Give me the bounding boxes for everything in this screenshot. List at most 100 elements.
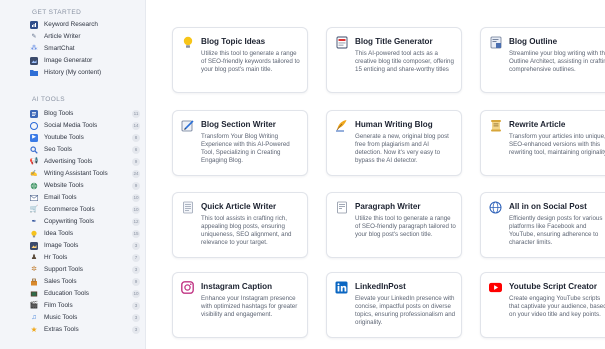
card-blog-section-writer[interactable]: Blog Section Writer Transform Your Blog … xyxy=(172,110,308,176)
email-tools-icon xyxy=(30,194,38,202)
count-badge: 3 xyxy=(132,265,140,274)
card-rewrite-article[interactable]: Rewrite Article Transform your articles … xyxy=(480,110,605,176)
nav-sales-tools[interactable]: Sales Tools 9 xyxy=(30,276,140,287)
card-description: Transform Your Blog Writing Experience w… xyxy=(201,133,290,164)
card-all-in-on-social-post[interactable]: All in on Social Post Efficiently design… xyxy=(480,192,605,258)
count-badge: 3 xyxy=(132,241,140,250)
nav-smartchat[interactable]: ⁂ SmartChat xyxy=(30,43,140,54)
paragraph-icon xyxy=(335,201,348,214)
nav-label: Email Tools xyxy=(44,194,77,201)
blog-title-icon xyxy=(335,36,348,49)
nav-extras-tools[interactable]: ★ Extras Tools 3 xyxy=(30,324,140,335)
card-description: Utilize this tool to generate a range of… xyxy=(355,215,456,238)
nav-label: Image Tools xyxy=(44,242,79,249)
card-title: Blog Title Generator xyxy=(355,37,433,46)
history-folder-icon xyxy=(30,69,38,77)
nav-label: Hr Tools xyxy=(44,254,68,261)
nav-hr-tools[interactable]: ♟ Hr Tools 7 xyxy=(30,252,140,263)
nav-label: SmartChat xyxy=(44,45,75,52)
nav-support-tools[interactable]: ✲ Support Tools 3 xyxy=(30,264,140,275)
nav-label: Image Generator xyxy=(44,57,93,64)
nav-label: Youtube Tools xyxy=(44,134,84,141)
card-title: Blog Section Writer xyxy=(201,120,276,129)
card-description: Elevate your LinkedIn presence with conc… xyxy=(355,295,456,326)
section-writer-icon xyxy=(181,119,194,132)
nav-youtube-tools[interactable]: ▶ Youtube Tools 8 xyxy=(30,132,140,143)
nav-music-tools[interactable]: ♫ Music Tools 3 xyxy=(30,312,140,323)
count-badge: 7 xyxy=(132,253,140,262)
nav-article-writer[interactable]: ✎ Article Writer xyxy=(30,31,140,42)
card-blog-outline[interactable]: Blog Outline Streamline your blog writin… xyxy=(480,27,605,93)
card-youtube-script-creator[interactable]: Youtube Script Creator Create engaging Y… xyxy=(480,272,605,338)
music-tools-icon: ♫ xyxy=(31,314,37,321)
nav-image-tools[interactable]: Image Tools 3 xyxy=(30,240,140,251)
card-instagram-caption[interactable]: Instagram Caption Enhance your Instagram… xyxy=(172,272,308,338)
instagram-icon xyxy=(181,281,194,294)
outline-document-icon xyxy=(489,36,502,49)
keyword-research-icon xyxy=(30,20,38,29)
card-linkedinpost[interactable]: LinkedInPost Elevate your LinkedIn prese… xyxy=(326,272,462,338)
nav-blog-tools[interactable]: Blog Tools 11 xyxy=(30,108,140,119)
image-generator-icon xyxy=(30,56,38,65)
nav-history[interactable]: History (My content) xyxy=(30,67,140,78)
count-badge: 3 xyxy=(132,325,140,334)
nav-film-tools[interactable]: 🎬 Film Tools 3 xyxy=(30,300,140,311)
nav-label: Article Writer xyxy=(44,33,81,40)
nav-social-media-tools[interactable]: Social Media Tools 14 xyxy=(30,120,140,131)
image-tools-icon xyxy=(30,241,38,250)
count-badge: 6 xyxy=(132,145,140,154)
count-badge: 8 xyxy=(132,133,140,142)
count-badge: 10 xyxy=(132,289,140,298)
card-description: Enhance your Instagram presence with opt… xyxy=(201,295,298,318)
ecommerce-tools-icon: 🛒 xyxy=(29,206,39,213)
nav-image-generator[interactable]: Image Generator xyxy=(30,55,140,66)
card-title: LinkedInPost xyxy=(355,282,406,291)
count-badge: 24 xyxy=(132,169,140,178)
card-description: This tool assists in crafting rich, appe… xyxy=(201,215,292,246)
support-tools-icon: ✲ xyxy=(31,266,37,273)
nav-label: Film Tools xyxy=(44,302,73,309)
nav-label: Social Media Tools xyxy=(44,122,98,129)
card-blog-topic-ideas[interactable]: Blog Topic Ideas Utilize this tool to ge… xyxy=(172,27,308,93)
count-badge: 14 xyxy=(132,121,140,130)
card-title: Youtube Script Creator xyxy=(509,282,597,291)
nav-label: Ecommerce Tools xyxy=(44,206,95,213)
count-badge: 10 xyxy=(132,193,140,202)
nav-label: Website Tools xyxy=(44,182,84,189)
lightbulb-icon xyxy=(181,36,194,49)
card-description: Create engaging YouTube scripts that cap… xyxy=(509,295,605,318)
card-description: Utilize this tool to generate a range of… xyxy=(201,50,300,73)
nav-education-tools[interactable]: Education Tools 10 xyxy=(30,288,140,299)
card-paragraph-writer[interactable]: Paragraph Writer Utilize this tool to ge… xyxy=(326,192,462,258)
nav-label: Education Tools xyxy=(44,290,90,297)
nav-label: Blog Tools xyxy=(44,110,74,117)
card-quick-article-writer[interactable]: Quick Article Writer This tool assists i… xyxy=(172,192,308,258)
count-badge: 3 xyxy=(132,313,140,322)
nav-label: Support Tools xyxy=(44,266,83,273)
nav-advertising-tools[interactable]: 📢 Advertising Tools 9 xyxy=(30,156,140,167)
card-description: Generate a new, original blog post free … xyxy=(355,133,449,164)
nav-website-tools[interactable]: Website Tools 9 xyxy=(30,180,140,191)
count-badge: 15 xyxy=(132,229,140,238)
get-started-heading: GET STARTED xyxy=(32,9,82,16)
nav-label: Music Tools xyxy=(44,314,78,321)
nav-idea-tools[interactable]: Idea Tools 15 xyxy=(30,228,140,239)
card-title: Instagram Caption xyxy=(201,282,273,291)
nav-ecommerce-tools[interactable]: 🛒 Ecommerce Tools 10 xyxy=(30,204,140,215)
card-description: Streamline your blog writing with the Ou… xyxy=(509,50,605,73)
card-title: Human Writing Blog xyxy=(355,120,433,129)
nav-seo-tools[interactable]: Seo Tools 6 xyxy=(30,144,140,155)
card-description: Efficiently design posts for various pla… xyxy=(509,215,603,246)
nav-writing-assistant-tools[interactable]: ✍ Writing Assistant Tools 24 xyxy=(30,168,140,179)
nav-copywriting-tools[interactable]: ✒ Copywriting Tools 12 xyxy=(30,216,140,227)
article-page-icon xyxy=(181,201,194,214)
nav-email-tools[interactable]: Email Tools 10 xyxy=(30,192,140,203)
nav-label: History (My content) xyxy=(44,69,102,76)
card-title: Blog Topic Ideas xyxy=(201,37,266,46)
card-blog-title-generator[interactable]: Blog Title Generator This AI-powered too… xyxy=(326,27,462,93)
card-description: This AI-powered tool acts as a creative … xyxy=(355,50,454,73)
card-human-writing-blog[interactable]: Human Writing Blog Generate a new, origi… xyxy=(326,110,462,176)
nav-keyword-research[interactable]: Keyword Research xyxy=(30,19,140,30)
smartchat-icon: ⁂ xyxy=(30,45,38,52)
nav-label: Extras Tools xyxy=(44,326,79,333)
